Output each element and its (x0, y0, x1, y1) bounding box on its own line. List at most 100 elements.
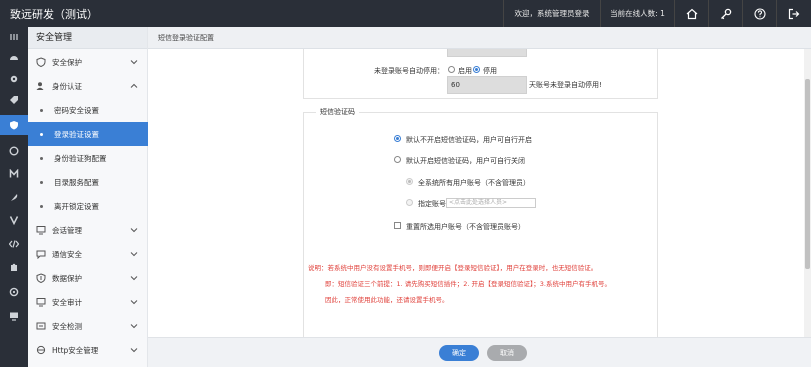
sidebar-subitem-dongle[interactable]: 身份验证狗配置 (28, 146, 148, 170)
sidebar-subitem-label: 密码安全设置 (54, 105, 99, 115)
previous-field (447, 49, 527, 57)
sidebar-subitem-label: 离开锁定设置 (54, 201, 99, 211)
user-icon (36, 82, 44, 90)
rail-circle-button[interactable] (0, 141, 28, 161)
v-icon (9, 216, 19, 225)
rail-menu-button[interactable] (0, 27, 28, 47)
circle-icon (9, 146, 19, 156)
sidebar-item-http[interactable]: Http安全管理 (28, 338, 148, 362)
tag-icon (10, 96, 18, 104)
sidebar: 安全管理 安全保护 身份认证 密码安全设置 登录验证设置 身份验证狗配置 目录服… (28, 27, 148, 367)
scrollbar-thumb[interactable] (805, 79, 810, 269)
online-count: 当前在线人数: 1 (600, 0, 674, 27)
sms-section-title: 短信验证码 (316, 107, 359, 117)
chevron-down-icon (130, 252, 138, 257)
menu-icon (10, 34, 18, 40)
breadcrumb: 短信登录验证配置 (148, 27, 811, 49)
puzzle-icon (11, 263, 17, 271)
sidebar-subitem-label: 登录验证设置 (54, 129, 99, 139)
scope-all-label: 全系统所有用户账号（不含管理员） (418, 179, 530, 187)
rail-feather-button[interactable] (0, 187, 28, 207)
sidebar-item-label: 会话管理 (52, 225, 82, 235)
logout-button[interactable] (776, 0, 810, 27)
days-suffix: 天账号未登录自动停用! (529, 81, 602, 89)
data-icon (36, 273, 46, 283)
rail-m-button[interactable] (0, 164, 28, 184)
ok-button[interactable]: 确定 (439, 345, 479, 361)
bullet (40, 156, 43, 160)
rail-code-button[interactable] (0, 234, 28, 254)
scope-specified-radio[interactable] (406, 199, 413, 206)
sidebar-item-protection[interactable]: 安全保护 (28, 50, 148, 74)
bullet (40, 204, 43, 208)
m-icon (9, 169, 19, 178)
sidebar-item-label: 通信安全 (52, 249, 82, 259)
chevron-down-icon (130, 276, 138, 281)
comm-icon (36, 250, 46, 259)
rail-gear-button[interactable] (0, 69, 28, 89)
gear-icon (10, 75, 18, 83)
footer-bar: 确定 取消 (148, 337, 811, 367)
sidebar-item-detect[interactable]: 安全检测 (28, 314, 148, 338)
sidebar-item-data[interactable]: 数据保护 (28, 266, 148, 290)
days-input[interactable]: 60 (447, 76, 527, 94)
home-icon (686, 8, 697, 19)
auto-disable-disable-radio[interactable] (473, 66, 480, 73)
dashboard-icon (10, 56, 18, 60)
sidebar-item-audit[interactable]: 安全审计 (28, 290, 148, 314)
sidebar-item-label: Http安全管理 (52, 345, 99, 355)
monitor-icon (10, 312, 18, 321)
audit-icon (36, 298, 46, 307)
chevron-down-icon (130, 348, 138, 353)
sidebar-subitem-directory[interactable]: 目录服务配置 (28, 170, 148, 194)
chevron-down-icon (130, 228, 138, 233)
code-icon (9, 240, 19, 248)
scope-specified-label: 指定账号 (418, 200, 446, 208)
sidebar-subitem-lock[interactable]: 离开锁定设置 (28, 194, 148, 218)
rail-puzzle-button[interactable] (0, 258, 28, 278)
module-rail (0, 27, 28, 367)
help-button[interactable] (742, 0, 776, 27)
shield-icon (36, 57, 46, 67)
sidebar-item-comm[interactable]: 通信安全 (28, 242, 148, 266)
sidebar-item-auth[interactable]: 身份认证 (28, 74, 148, 98)
sidebar-item-label: 身份认证 (52, 81, 82, 91)
settings-icon (9, 287, 19, 297)
sidebar-item-session[interactable]: 会话管理 (28, 218, 148, 242)
auto-disable-enable-label: 启用 (458, 67, 472, 75)
chevron-down-icon (130, 60, 138, 65)
rail-tag-button[interactable] (0, 90, 28, 110)
scope-all-radio[interactable] (406, 178, 413, 185)
help-icon (753, 7, 766, 20)
sidebar-item-label: 安全审计 (52, 297, 82, 307)
detect-icon (36, 322, 46, 330)
reset-accounts-label: 重置所选用户账号（不含管理员账号） (406, 223, 525, 231)
chevron-up-icon (130, 83, 138, 88)
key-icon (720, 8, 731, 19)
sms-option2-radio[interactable] (394, 156, 401, 163)
cancel-button[interactable]: 取消 (487, 345, 527, 361)
auto-disable-disable-label: 停用 (483, 67, 497, 75)
key-button[interactable] (708, 0, 742, 27)
rail-v-button[interactable] (0, 210, 28, 230)
sidebar-item-label: 安全检测 (52, 321, 82, 331)
sidebar-item-label: 数据保护 (52, 273, 82, 283)
select-person-input[interactable]: <点击此处选择人员> (446, 198, 536, 208)
rail-dashboard-button[interactable] (0, 48, 28, 68)
content-scrollbar[interactable] (804, 49, 811, 337)
sidebar-subitem-password[interactable]: 密码安全设置 (28, 98, 148, 122)
rail-security-button[interactable] (0, 115, 28, 135)
sms-option1-radio[interactable] (394, 135, 401, 142)
welcome-text: 欢迎，系统管理员登录 (503, 0, 600, 27)
auto-disable-label: 未登录账号自动停用： (374, 67, 444, 75)
rail-settings-button[interactable] (0, 282, 28, 302)
chevron-down-icon (130, 300, 138, 305)
sidebar-subitem-login-verify[interactable]: 登录验证设置 (28, 122, 148, 146)
reset-accounts-checkbox[interactable] (394, 222, 401, 229)
main-content: 未登录账号自动停用： 启用 停用 60 天账号未登录自动停用! 短信验证码 默认… (148, 49, 804, 337)
home-button[interactable] (674, 0, 708, 27)
bullet (40, 108, 43, 112)
sidebar-item-label: 安全保护 (52, 57, 82, 67)
auto-disable-enable-radio[interactable] (448, 66, 455, 73)
rail-monitor-button[interactable] (0, 306, 28, 326)
